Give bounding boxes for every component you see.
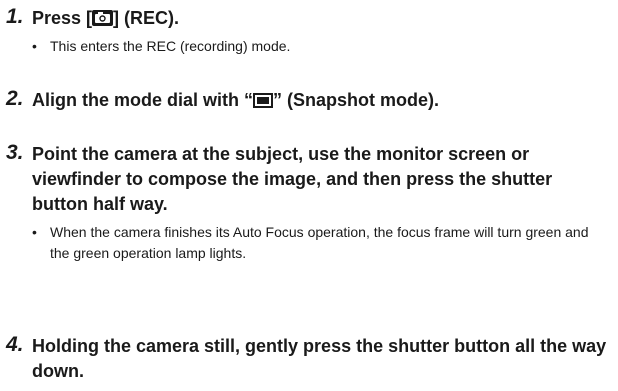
step-2-heading-start: Align the mode dial with “ — [32, 90, 254, 110]
step-1-note-text: This enters the REC (recording) mode. — [50, 38, 291, 54]
step-4-heading: Holding the camera still, gently press t… — [32, 336, 607, 381]
step-1-note: • This enters the REC (recording) mode. — [32, 36, 602, 57]
step-1-heading-end: ] (REC). — [113, 8, 180, 28]
step-1-heading-start: Press [ — [32, 8, 93, 28]
bullet-dot: • — [32, 38, 37, 54]
step-4: 4. Holding the camera still, gently pres… — [0, 332, 618, 388]
step-2-heading-end: ” (Snapshot mode). — [273, 90, 440, 110]
step-3: 3. Point the camera at the subject, use … — [0, 140, 618, 290]
step-4-number: 4. — [6, 333, 24, 356]
bullet-dot: • — [32, 224, 37, 240]
snapshot-mode-icon — [253, 93, 274, 108]
step-1-heading: Press [ ] (REC). — [32, 6, 612, 31]
step-1: 1. Press [ ] (REC). • This enters the REC… — [0, 4, 618, 64]
manual-page: 1. Press [ ] (REC). • This enters the REC… — [0, 0, 618, 391]
step-3-note-text: When the camera finishes its Auto Focus … — [50, 224, 589, 261]
step-1-number: 1. — [6, 5, 24, 28]
step-2-heading: Align the mode dial with “ ” (Snapshot mo… — [32, 88, 612, 113]
step-3-heading: Point the camera at the subject, use the… — [32, 144, 553, 214]
step-2: 2. Align the mode dial with “ ” (Snapshot… — [0, 86, 618, 116]
camera-icon — [92, 10, 114, 26]
step-2-number: 2. — [6, 87, 24, 110]
step-3-number: 3. — [6, 141, 24, 164]
step-3-note: • When the camera finishes its Auto Focu… — [32, 222, 602, 264]
